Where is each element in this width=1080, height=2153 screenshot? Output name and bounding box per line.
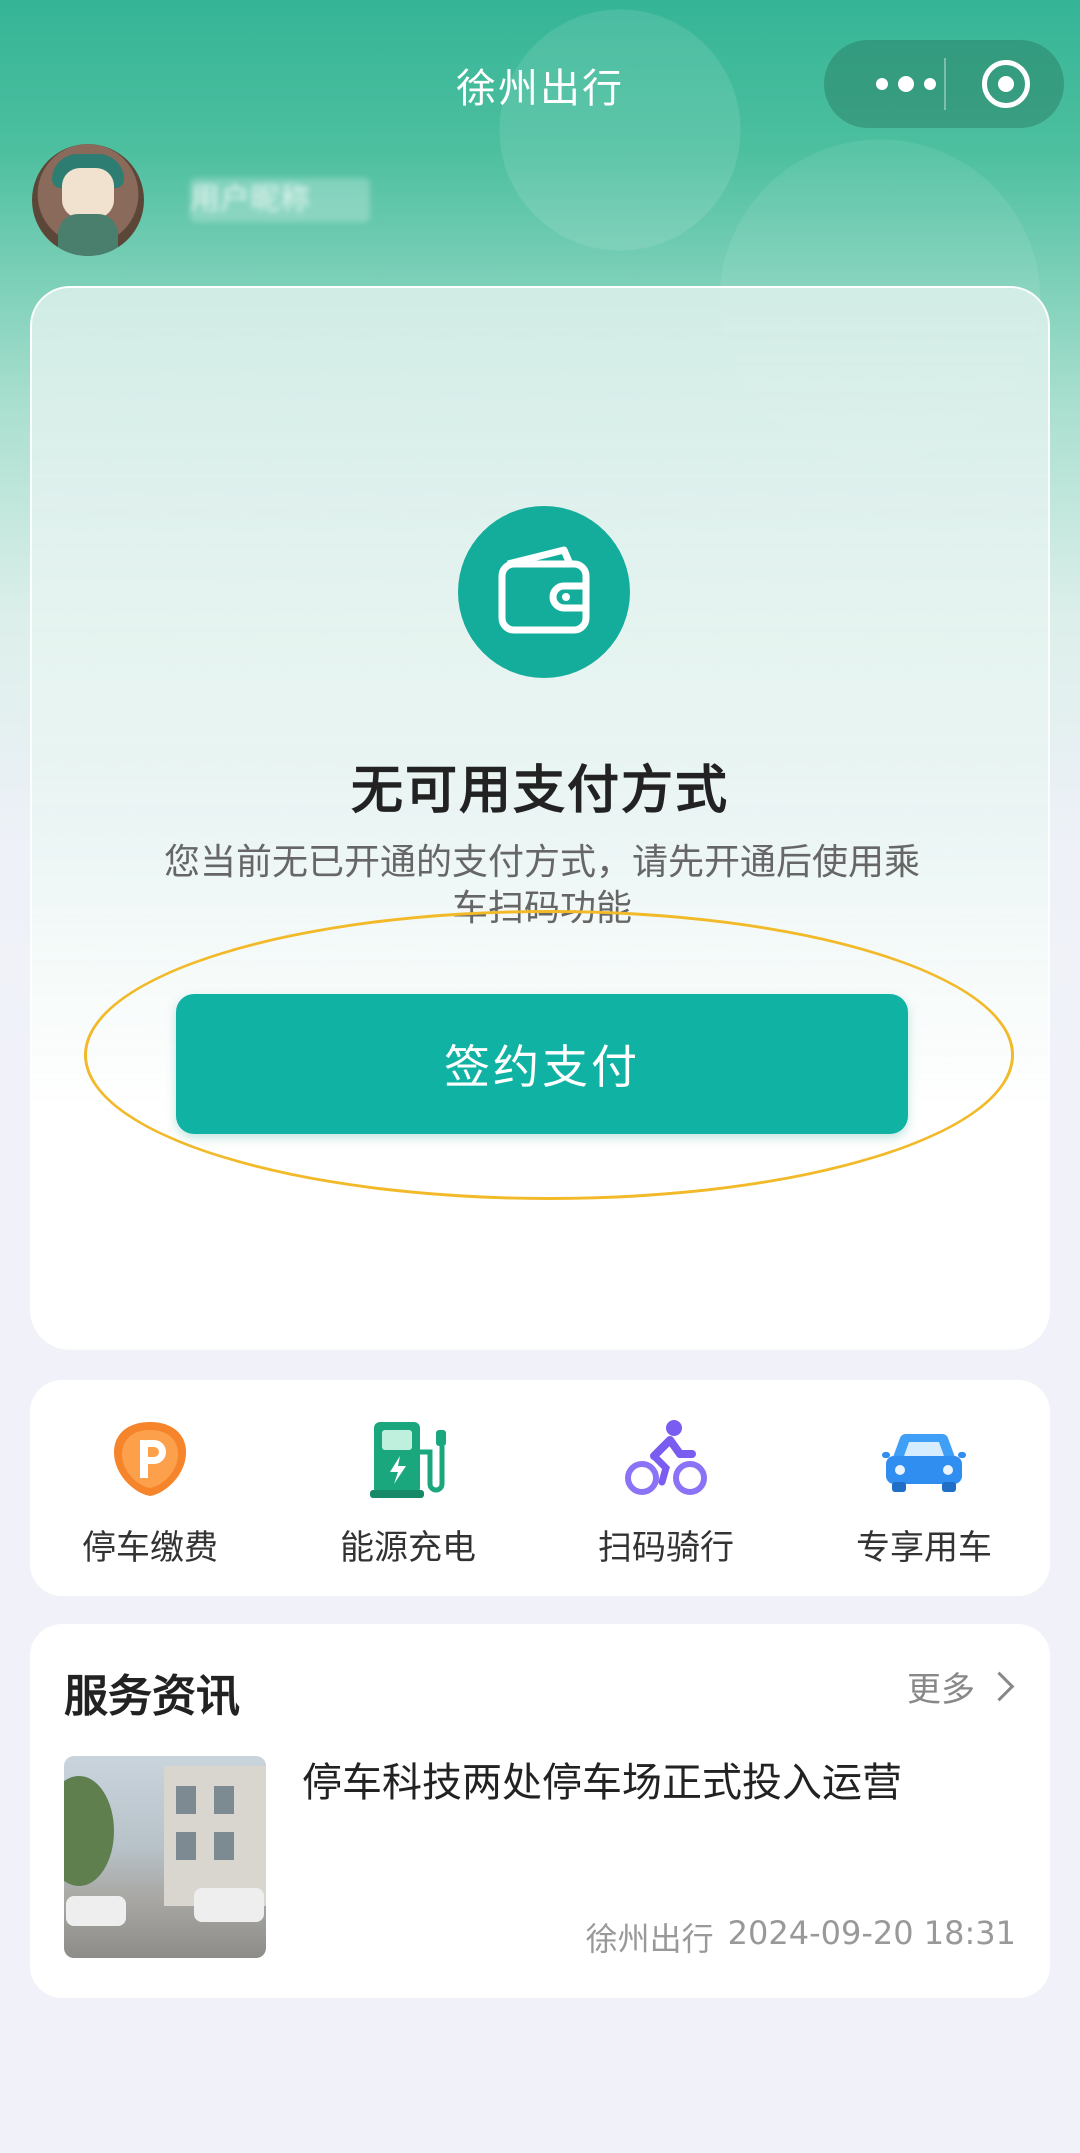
- payment-card: 无可用支付方式 您当前无已开通的支付方式，请先开通后使用乘车扫码功能 签约支付: [30, 286, 1050, 1350]
- wallet-icon: [458, 506, 630, 678]
- car-icon: [882, 1433, 966, 1492]
- chevron-right-icon: [984, 1671, 1015, 1702]
- news-meta: 徐州出行 2024-09-20 18:31: [586, 1914, 1016, 1960]
- mini-program-capsule: [824, 40, 1064, 128]
- capsule-divider: [944, 58, 946, 110]
- service-label: 停车缴费: [82, 1528, 218, 1568]
- no-payment-title: 无可用支付方式: [350, 761, 729, 821]
- service-label: 能源充电: [340, 1528, 476, 1568]
- bike-icon: [625, 1420, 707, 1495]
- service-bike[interactable]: 扫码骑行: [566, 1416, 766, 1576]
- close-target-icon[interactable]: [982, 60, 1030, 108]
- sign-payment-button[interactable]: 签约支付: [176, 994, 908, 1134]
- news-headline[interactable]: 停车科技两处停车场正式投入运营: [302, 1756, 1002, 1810]
- news-section: 服务资讯 更多 停车科技两处停车场正式投入运营 徐州出行 2024-09-20 …: [30, 1624, 1050, 1998]
- more-label: 更多: [907, 1670, 975, 1710]
- service-label: 扫码骑行: [598, 1528, 734, 1568]
- service-label: 专享用车: [856, 1528, 992, 1568]
- news-section-title: 服务资讯: [64, 1671, 240, 1722]
- news-thumbnail[interactable]: [64, 1756, 266, 1958]
- service-parking[interactable]: 停车缴费: [50, 1416, 250, 1576]
- avatar[interactable]: [32, 144, 144, 256]
- news-date: 2024-09-20 18:31: [727, 1914, 1016, 1952]
- service-charging[interactable]: 能源充电: [308, 1416, 508, 1576]
- news-source: 徐州出行: [585, 1920, 714, 1958]
- news-more-link[interactable]: 更多: [907, 1662, 1015, 1711]
- user-name: 用户昵称: [190, 178, 370, 222]
- parking-icon: [114, 1422, 186, 1496]
- more-menu-icon[interactable]: [858, 70, 954, 98]
- charging-icon: [370, 1422, 446, 1498]
- service-car[interactable]: 专享用车: [824, 1416, 1024, 1576]
- top-bar: 徐州出行: [0, 40, 1080, 128]
- services-grid: 停车缴费 能源充电 扫码骑行 专享用车: [30, 1380, 1050, 1596]
